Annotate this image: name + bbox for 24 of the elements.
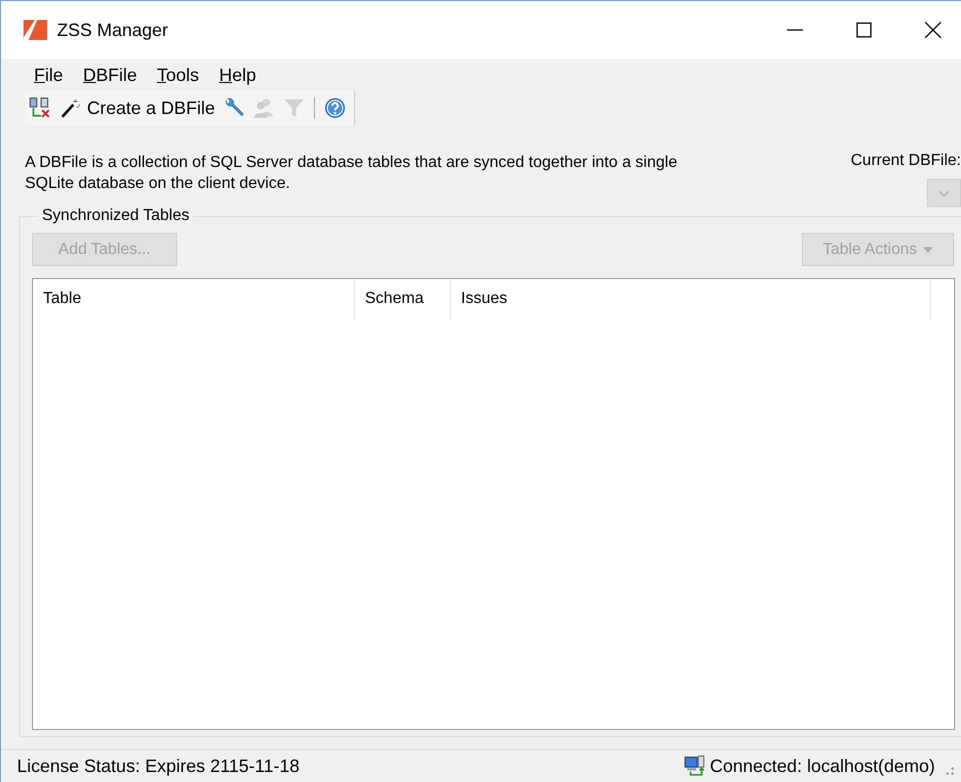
filter-icon bbox=[283, 97, 306, 119]
menu-item[interactable]: File bbox=[25, 63, 72, 88]
menu-item[interactable]: DBFile bbox=[74, 63, 146, 88]
connection-status: Connected: localhost(demo) bbox=[710, 756, 935, 776]
close-icon[interactable] bbox=[925, 22, 941, 38]
help-icon bbox=[324, 97, 346, 119]
chevron-down-icon bbox=[938, 190, 950, 196]
app-logo-icon bbox=[23, 20, 49, 40]
window-title: ZSS Manager bbox=[57, 20, 168, 40]
menu-item[interactable]: Tools bbox=[148, 63, 208, 88]
current-dbfile-label: Current DBFile: bbox=[850, 152, 961, 170]
menu-item[interactable]: Help bbox=[210, 63, 266, 88]
license-status: License Status: Expires 2115-11-18 bbox=[17, 756, 300, 776]
create-dbfile-button[interactable]: Create a DBFile bbox=[57, 95, 218, 121]
wrench-icon bbox=[223, 97, 246, 119]
magic-wand-icon bbox=[59, 97, 81, 119]
network-icon bbox=[684, 755, 706, 777]
users-icon bbox=[253, 97, 276, 119]
database-sync-icon bbox=[29, 97, 51, 119]
description-text: A DBFile is a collection of SQL Server database tables that are synced together into a single SQLite database on the client device. bbox=[25, 153, 678, 194]
resize-grip-icon bbox=[945, 766, 955, 776]
group-title: Synchronized Tables bbox=[41, 207, 190, 225]
maximize-icon[interactable] bbox=[856, 22, 872, 38]
caret-icon bbox=[923, 246, 933, 252]
